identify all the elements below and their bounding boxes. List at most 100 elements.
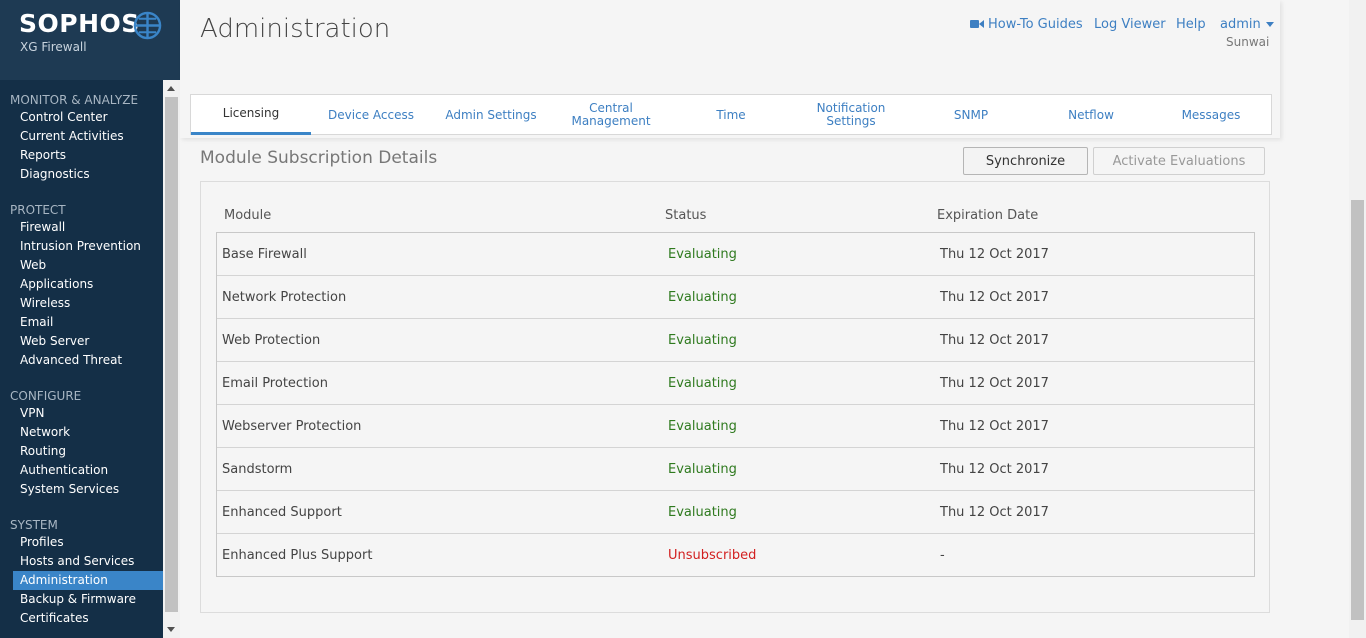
subscription-table: Base Firewall Evaluating Thu 12 Oct 2017 Ne…	[216, 232, 1255, 577]
header-module: Module	[224, 208, 272, 223]
section-title: Module Subscription Details	[200, 148, 438, 168]
module-name: Sandstorm	[222, 462, 293, 477]
module-name: Email Protection	[222, 376, 328, 391]
chevron-down-icon	[1265, 22, 1274, 27]
sidebar-item-current-activities[interactable]: Current Activities	[20, 129, 124, 143]
sidebar-item-advanced-threat[interactable]: Advanced Threat	[20, 353, 122, 367]
tab-messages[interactable]: Messages	[1151, 95, 1271, 135]
expiration-date: Thu 12 Oct 2017	[940, 419, 1049, 434]
status-value: Evaluating	[668, 333, 737, 348]
nav-section-title: SYSTEM	[10, 518, 58, 532]
table-row: Base Firewall Evaluating Thu 12 Oct 2017	[217, 233, 1254, 276]
tab-label: Time	[716, 107, 746, 122]
tab-licensing[interactable]: Licensing	[191, 95, 311, 135]
sidebar-item-network[interactable]: Network	[20, 425, 70, 439]
tab-label: Messages	[1182, 108, 1241, 122]
module-name: Enhanced Support	[222, 505, 342, 520]
brand-name: SOPHOS	[19, 9, 140, 38]
sidebar-item-profiles[interactable]: Profiles	[20, 535, 64, 549]
activate-evaluations-button[interactable]: Activate Evaluations	[1093, 147, 1265, 175]
tab-label: Device Access	[328, 108, 414, 122]
header-status: Status	[665, 208, 707, 223]
status-value: Unsubscribed	[668, 548, 757, 563]
tab-central-management[interactable]: Central Management	[551, 95, 671, 135]
tab-device-access[interactable]: Device Access	[311, 95, 431, 135]
tab-label-line: Netflow	[1068, 107, 1114, 122]
status-value: Evaluating	[668, 419, 737, 434]
scroll-down-icon[interactable]	[167, 627, 175, 632]
help-link[interactable]: Help	[1176, 17, 1206, 32]
sidebar-item-administration[interactable]: Administration	[13, 571, 163, 590]
sidebar-item-reports[interactable]: Reports	[20, 148, 66, 162]
product-name: XG Firewall	[20, 40, 87, 54]
sidebar-item-email[interactable]: Email	[20, 315, 53, 329]
page-title: Administration	[200, 14, 391, 44]
scroll-up-icon[interactable]	[167, 86, 175, 91]
video-camera-icon	[970, 20, 984, 28]
sidebar-item-web-server[interactable]: Web Server	[20, 334, 89, 348]
tab-label-line: Admin Settings	[445, 107, 537, 122]
sidebar-item-wireless[interactable]: Wireless	[20, 296, 70, 310]
sidebar-scroll-thumb[interactable]	[165, 97, 178, 612]
table-row: Webserver Protection Evaluating Thu 12 Oct…	[217, 405, 1254, 448]
expiration-date: -	[940, 548, 945, 563]
expiration-date: Thu 12 Oct 2017	[940, 462, 1049, 477]
synchronize-button[interactable]: Synchronize	[963, 147, 1088, 175]
expiration-date: Thu 12 Oct 2017	[940, 376, 1049, 391]
sidebar-item-applications[interactable]: Applications	[20, 277, 93, 291]
table-row: Enhanced Support Evaluating Thu 12 Oct 201…	[217, 491, 1254, 534]
status-value: Evaluating	[668, 462, 737, 477]
tab-label: Netflow	[1068, 107, 1114, 122]
table-row: Sandstorm Evaluating Thu 12 Oct 2017	[217, 448, 1254, 491]
status-value: Evaluating	[668, 376, 737, 391]
tab-bar: Licensing Device Access Admin Settings Cent…	[190, 94, 1272, 135]
tab-label: Licensing	[223, 107, 279, 120]
tab-label-line: Settings	[826, 114, 876, 128]
tab-admin-settings[interactable]: Admin Settings	[431, 95, 551, 135]
header-expiration: Expiration Date	[937, 208, 1039, 223]
user-menu[interactable]: admin	[1220, 17, 1274, 32]
tab-label: Notification Settings	[817, 102, 886, 128]
sidebar-item-web[interactable]: Web	[20, 258, 46, 272]
tab-label: Admin Settings	[445, 107, 537, 122]
sidebar-item-routing[interactable]: Routing	[20, 444, 66, 458]
sidebar-item-backup-firmware[interactable]: Backup & Firmware	[20, 592, 136, 606]
sophos-globe-icon	[133, 11, 162, 40]
tab-label-line: Time	[716, 107, 746, 122]
sidebar-item-system-services[interactable]: System Services	[20, 482, 119, 496]
tab-snmp[interactable]: SNMP	[911, 95, 1031, 135]
how-to-guides-link[interactable]: How-To Guides	[970, 17, 1083, 32]
sidebar-scrollbar[interactable]	[163, 80, 180, 638]
sidebar-item-control-center[interactable]: Control Center	[20, 110, 108, 124]
logo[interactable]: SOPHOS XG Firewall	[0, 0, 180, 80]
sidebar-item-diagnostics[interactable]: Diagnostics	[20, 167, 90, 181]
main-scrollbar[interactable]	[1349, 0, 1366, 638]
sidebar-item-authentication[interactable]: Authentication	[20, 463, 108, 477]
table-row: Web Protection Evaluating Thu 12 Oct 2017	[217, 319, 1254, 362]
expiration-date: Thu 12 Oct 2017	[940, 333, 1049, 348]
nav-section-title: PROTECT	[10, 203, 66, 217]
tab-label-line: Management	[571, 114, 651, 128]
tab-label: SNMP	[953, 107, 989, 122]
module-name: Base Firewall	[222, 247, 307, 262]
expiration-date: Thu 12 Oct 2017	[940, 505, 1049, 520]
tab-notification-settings[interactable]: Notification Settings	[791, 95, 911, 135]
sidebar-item-firewall[interactable]: Firewall	[20, 220, 65, 234]
log-viewer-link[interactable]: Log Viewer	[1094, 17, 1166, 32]
tab-label-line: Licensing	[222, 106, 280, 120]
status-value: Evaluating	[668, 247, 737, 262]
nav-section-title: CONFIGURE	[10, 389, 82, 403]
how-to-guides-label: How-To Guides	[988, 17, 1083, 32]
sidebar-item-hosts-and-services[interactable]: Hosts and Services	[20, 554, 134, 568]
tab-netflow[interactable]: Netflow	[1031, 95, 1151, 135]
tab-label-line: SNMP	[953, 107, 989, 122]
nav-section-title: MONITOR & ANALYZE	[10, 93, 139, 107]
expiration-date: Thu 12 Oct 2017	[940, 247, 1049, 262]
sidebar-item-intrusion-prevention[interactable]: Intrusion Prevention	[20, 239, 141, 253]
tab-time[interactable]: Time	[671, 95, 791, 135]
sidebar-item-vpn[interactable]: VPN	[20, 406, 44, 420]
tab-label: Central Management	[571, 102, 650, 128]
sidebar: SOPHOS XG Firewall MONITOR & ANALYZE Cont…	[0, 0, 180, 638]
main-scroll-thumb[interactable]	[1351, 200, 1364, 620]
sidebar-item-certificates[interactable]: Certificates	[20, 611, 89, 625]
